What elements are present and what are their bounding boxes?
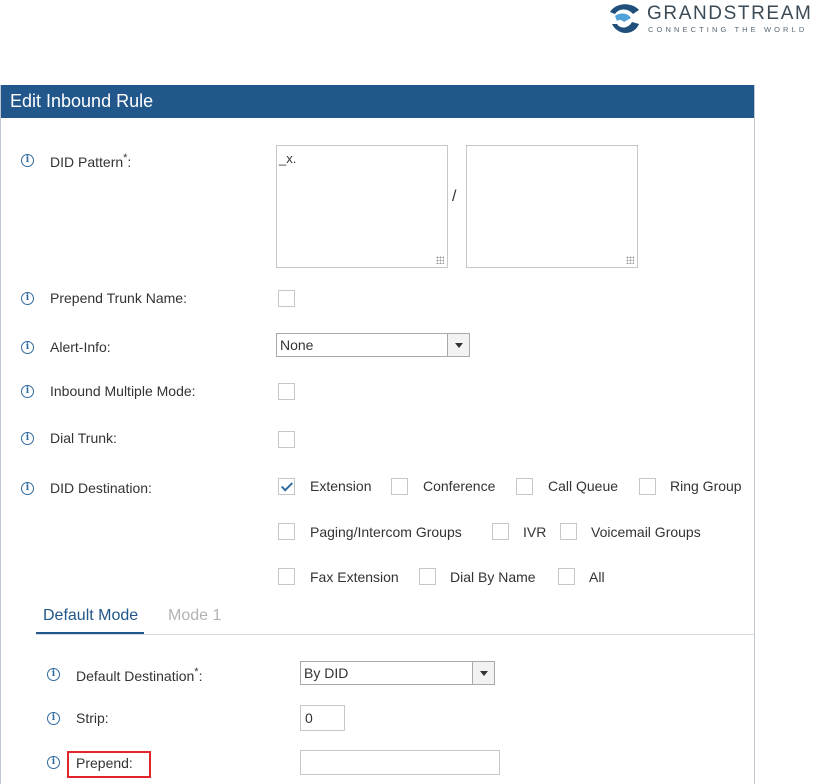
info-icon[interactable]: i [21, 341, 34, 354]
destination-ring-group-label: Ring Group [670, 478, 742, 494]
brand-name: GRANDSTREAM [647, 3, 813, 24]
label-colon: : [127, 154, 132, 170]
info-icon[interactable]: i [47, 668, 60, 681]
destination-all-label: All [589, 569, 605, 585]
destination-call-queue-checkbox[interactable] [516, 478, 533, 495]
tab-default-mode[interactable]: Default Mode [36, 607, 145, 634]
chevron-down-icon[interactable] [447, 334, 469, 356]
default-destination-select[interactable]: By DID [300, 661, 495, 685]
prepend-trunk-name-label: Prepend Trunk Name: [50, 290, 187, 306]
default-destination-label: Default Destination*: [76, 666, 202, 684]
did-pattern-separator: / [452, 188, 457, 205]
info-icon[interactable]: i [21, 292, 34, 305]
info-icon[interactable]: i [47, 756, 60, 769]
resize-grip-icon[interactable] [626, 256, 634, 264]
destination-fax-extension-checkbox[interactable] [278, 568, 295, 585]
edit-inbound-rule-dialog: Edit Inbound Rule i DID Pattern*: _x. / … [0, 85, 755, 784]
destination-dial-by-name-checkbox[interactable] [419, 568, 436, 585]
destination-paging-intercom-checkbox[interactable] [278, 523, 295, 540]
dial-trunk-label: Dial Trunk: [50, 430, 117, 446]
did-pattern-label-text: DID Pattern [50, 154, 124, 170]
info-icon[interactable]: i [21, 154, 34, 167]
strip-label: Strip: [76, 710, 109, 726]
prepend-trunk-name-checkbox[interactable] [278, 290, 295, 307]
destination-dial-by-name-label: Dial By Name [450, 569, 536, 585]
did-destination-label: DID Destination: [50, 480, 152, 496]
alert-info-value: None [280, 337, 314, 353]
mode-tabs: Default Mode Mode 1 [36, 602, 754, 635]
default-destination-value: By DID [304, 665, 349, 681]
did-pattern-textarea[interactable]: _x. [276, 145, 448, 268]
info-icon[interactable]: i [21, 385, 34, 398]
grandstream-logo-icon [610, 4, 639, 33]
chevron-down-icon[interactable] [472, 662, 494, 684]
did-pattern-secondary-textarea[interactable] [466, 145, 638, 268]
destination-paging-intercom-label: Paging/Intercom Groups [310, 524, 462, 540]
strip-value: 0 [305, 710, 313, 726]
info-icon[interactable]: i [21, 482, 34, 495]
dialog-title: Edit Inbound Rule [1, 85, 754, 118]
info-icon[interactable]: i [47, 712, 60, 725]
destination-all-checkbox[interactable] [558, 568, 575, 585]
grandstream-logo: GRANDSTREAM CONNECTING THE WORLD [606, 0, 834, 40]
destination-ring-group-checkbox[interactable] [639, 478, 656, 495]
did-pattern-value: _x. [279, 151, 297, 166]
destination-voicemail-groups-checkbox[interactable] [560, 523, 577, 540]
destination-conference-checkbox[interactable] [391, 478, 408, 495]
default-destination-label-text: Default Destination [76, 668, 195, 684]
destination-fax-extension-label: Fax Extension [310, 569, 399, 585]
destination-voicemail-groups-label: Voicemail Groups [591, 524, 701, 540]
alert-info-select[interactable]: None [276, 333, 470, 357]
resize-grip-icon[interactable] [436, 256, 444, 264]
prepend-input[interactable] [300, 750, 500, 775]
inbound-multiple-mode-checkbox[interactable] [278, 383, 295, 400]
destination-extension-label: Extension [310, 478, 372, 494]
brand-tagline: CONNECTING THE WORLD [648, 25, 808, 34]
label-colon: : [198, 668, 203, 684]
prepend-label: Prepend: [76, 755, 133, 771]
did-pattern-label: DID Pattern*: [50, 152, 131, 170]
destination-call-queue-label: Call Queue [548, 478, 619, 494]
destination-conference-label: Conference [423, 478, 496, 494]
tab-mode-1[interactable]: Mode 1 [168, 607, 221, 625]
inbound-multiple-mode-label: Inbound Multiple Mode: [50, 383, 196, 399]
destination-ivr-checkbox[interactable] [492, 523, 509, 540]
dial-trunk-checkbox[interactable] [278, 431, 295, 448]
info-icon[interactable]: i [21, 432, 34, 445]
destination-ivr-label: IVR [523, 524, 547, 540]
strip-input[interactable]: 0 [300, 705, 345, 731]
destination-extension-checkbox[interactable] [278, 478, 295, 495]
alert-info-label: Alert-Info: [50, 339, 111, 355]
